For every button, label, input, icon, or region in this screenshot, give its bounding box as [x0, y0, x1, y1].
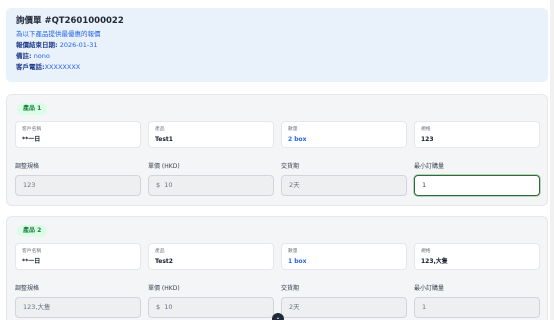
unit-price-input[interactable]: $ 10 — [148, 297, 274, 318]
info-customer: 客戶名稱 **一日 — [15, 121, 141, 148]
page-title: 詢價單 #QT2601000022 — [16, 16, 124, 26]
info-label: 產品 — [155, 127, 165, 132]
info-value: 123,大隻 — [421, 258, 448, 265]
moq-label: 最小訂購量 — [414, 285, 445, 292]
info-label: 客戶名稱 — [22, 249, 42, 254]
moq-input[interactable]: 1 — [414, 175, 540, 196]
info-label: 規格 — [421, 249, 431, 254]
unit-price-label: 單價 (HKD) — [148, 285, 180, 292]
unit-price-value: 10 — [164, 303, 173, 311]
info-label: 數量 — [288, 249, 298, 254]
info-quantity: 數量 1 box — [281, 243, 407, 270]
info-value: **一日 — [22, 136, 41, 143]
info-label: 客戶名稱 — [22, 127, 42, 132]
delivery-input[interactable]: 2天 — [281, 175, 407, 196]
quotation-page: 詢價單 #QT2601000022 為以下產品提供最優惠的報價 報價結束日期: … — [0, 0, 550, 320]
unit-price-value: 10 — [164, 181, 173, 189]
info-label: 產品 — [155, 249, 165, 254]
phone-label: 客戶電話: — [16, 63, 45, 71]
chevron-down-icon[interactable]: ⌄ — [272, 313, 284, 320]
phone-value: XXXXXXXX — [44, 63, 81, 71]
scrollbar[interactable] — [550, 0, 554, 320]
delivery-label: 交貨期 — [281, 163, 300, 170]
unit-price-label: 單價 (HKD) — [148, 163, 180, 170]
currency-prefix: $ — [156, 303, 161, 311]
moq-label: 最小訂購量 — [414, 163, 445, 170]
info-product: 產品 Test2 — [148, 243, 274, 270]
info-value: 123 — [421, 136, 434, 143]
delivery-input[interactable]: 2天 — [281, 297, 407, 318]
deadline-value: 2026-01-31 — [59, 41, 98, 49]
info-value: Test1 — [155, 136, 173, 143]
info-value: Test2 — [155, 258, 173, 265]
page-subtitle: 為以下產品提供最優惠的報價 — [16, 30, 101, 38]
product-badge: 產品 1 — [17, 103, 48, 115]
info-spec: 規格 123 — [414, 121, 540, 148]
moq-input[interactable]: 1 — [414, 297, 540, 318]
phone-row: 客戶電話:XXXXXXXX — [16, 62, 538, 72]
adjust-spec-label: 調整規格 — [15, 285, 40, 292]
info-value: **一日 — [22, 258, 41, 265]
adjust-spec-label: 調整規格 — [15, 163, 40, 170]
product-card: 產品 1 客戶名稱 **一日 產品 Test1 數量 2 box 規格 123 … — [6, 94, 548, 206]
info-product: 產品 Test1 — [148, 121, 274, 148]
remark-row: 備註: nono — [16, 51, 538, 61]
deadline-row: 報價結束日期: 2026-01-31 — [16, 40, 538, 50]
remark-value: nono — [33, 52, 50, 60]
delivery-label: 交貨期 — [281, 285, 300, 292]
quote-header: 詢價單 #QT2601000022 為以下產品提供最優惠的報價 報價結束日期: … — [6, 8, 548, 82]
adjust-spec-input[interactable]: 123,大隻 — [15, 297, 141, 318]
info-label: 數量 — [288, 127, 298, 132]
info-spec: 規格 123,大隻 — [414, 243, 540, 270]
adjust-spec-input[interactable]: 123 — [15, 175, 141, 196]
info-customer: 客戶名稱 **一日 — [15, 243, 141, 270]
info-label: 規格 — [421, 127, 431, 132]
unit-price-input[interactable]: $ 10 — [148, 175, 274, 196]
remark-label: 備註: — [16, 52, 32, 60]
product-card: 產品 2 客戶名稱 **一日 產品 Test2 數量 1 box 規格 123,… — [6, 216, 548, 320]
deadline-label: 報價結束日期: — [16, 41, 58, 49]
product-badge: 產品 2 — [17, 225, 48, 237]
info-value: 2 box — [288, 136, 307, 143]
currency-prefix: $ — [156, 181, 161, 189]
info-value: 1 box — [288, 258, 307, 265]
info-quantity: 數量 2 box — [281, 121, 407, 148]
